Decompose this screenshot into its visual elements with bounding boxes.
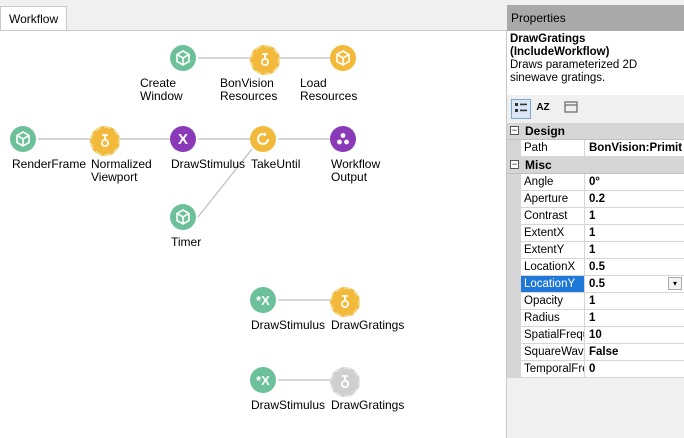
property-grid: − Design Path BonVision:Primit − Misc An…: [507, 123, 684, 378]
property-row-locationy[interactable]: LocationY 0.5 ▾: [507, 276, 684, 293]
property-row-angle[interactable]: Angle 0°: [507, 174, 684, 191]
property-row-path[interactable]: Path BonVision:Primit: [507, 140, 684, 157]
node-draw-gratings-2[interactable]: DrawGratings: [300, 367, 404, 427]
cube-icon: [170, 204, 196, 230]
property-row-radius[interactable]: Radius 1: [507, 310, 684, 327]
node-draw-stimulus-2[interactable]: *X DrawStimulus: [220, 287, 325, 347]
properties-toolbar: AZ: [507, 95, 684, 123]
properties-title: Properties: [507, 5, 684, 31]
tab-workflow[interactable]: Workflow: [0, 6, 68, 31]
cube-icon: [330, 45, 356, 71]
property-row-spatialfrequency[interactable]: SpatialFrequ 10: [507, 327, 684, 344]
workflow-icon: [90, 126, 120, 156]
category-misc[interactable]: − Misc: [507, 157, 684, 174]
chevron-down-icon[interactable]: ▾: [668, 277, 682, 290]
node-label: Load Resources: [300, 76, 358, 103]
node-label: Timer: [171, 235, 202, 249]
node-workflow-output[interactable]: Workflow Output: [300, 126, 390, 186]
cube-icon: [170, 45, 196, 71]
tab-strip: Workflow: [0, 0, 507, 31]
property-row-contrast[interactable]: Contrast 1: [507, 208, 684, 225]
cube-icon: [10, 126, 36, 152]
selected-node-name: DrawGratings (IncludeWorkflow): [510, 33, 610, 58]
x-icon: X: [170, 126, 196, 152]
workflow-icon: [330, 287, 360, 317]
category-design[interactable]: − Design: [507, 123, 684, 140]
property-row-aperture[interactable]: Aperture 0.2: [507, 191, 684, 208]
node-load-resources[interactable]: Load Resources: [300, 45, 390, 105]
categorized-icon[interactable]: [511, 99, 531, 119]
property-row-squarewave[interactable]: SquareWave False: [507, 344, 684, 361]
star-x-icon: *X: [250, 287, 276, 313]
collapse-icon[interactable]: −: [510, 160, 519, 169]
workflow-icon: [330, 367, 360, 397]
properties-panel: Properties DrawGratings (IncludeWorkflow…: [507, 5, 684, 437]
cycle-icon: [250, 126, 276, 152]
collapse-icon[interactable]: −: [510, 126, 519, 135]
node-draw-stimulus[interactable]: X DrawStimulus: [140, 126, 245, 186]
node-label: Workflow Output: [331, 157, 381, 184]
node-take-until[interactable]: TakeUntil: [220, 126, 310, 186]
workflow-icon: [250, 45, 280, 75]
node-create-window[interactable]: Create Window: [140, 45, 230, 105]
property-row-extentx[interactable]: ExtentX 1: [507, 225, 684, 242]
node-label: DrawGratings: [331, 398, 405, 412]
node-normalized-viewport[interactable]: Normalized Viewport: [60, 126, 152, 186]
property-row-opacity[interactable]: Opacity 1: [507, 293, 684, 310]
property-row-extenty[interactable]: ExtentY 1: [507, 242, 684, 259]
node-draw-stimulus-3[interactable]: *X DrawStimulus: [220, 367, 325, 427]
node-timer[interactable]: Timer: [140, 204, 230, 264]
alphabetical-sort-button[interactable]: AZ: [533, 99, 553, 119]
property-row-locationx[interactable]: LocationX 0.5: [507, 259, 684, 276]
node-bonvision-resources[interactable]: BonVision Resources: [220, 45, 310, 105]
property-row-temporalfrequency[interactable]: TemporalFre 0: [507, 361, 684, 378]
star-x-icon: *X: [250, 367, 276, 393]
node-label: DrawGratings: [331, 318, 405, 332]
properties-description: DrawGratings (IncludeWorkflow) Draws par…: [507, 31, 684, 95]
selected-node-description: Draws parameterized 2D sinewave gratings…: [510, 59, 638, 84]
dots-icon: [330, 126, 356, 152]
workflow-canvas[interactable]: Create Window BonVision Resources Load R…: [0, 30, 507, 438]
node-draw-gratings[interactable]: DrawGratings: [300, 287, 404, 347]
property-pages-icon[interactable]: [561, 99, 581, 119]
